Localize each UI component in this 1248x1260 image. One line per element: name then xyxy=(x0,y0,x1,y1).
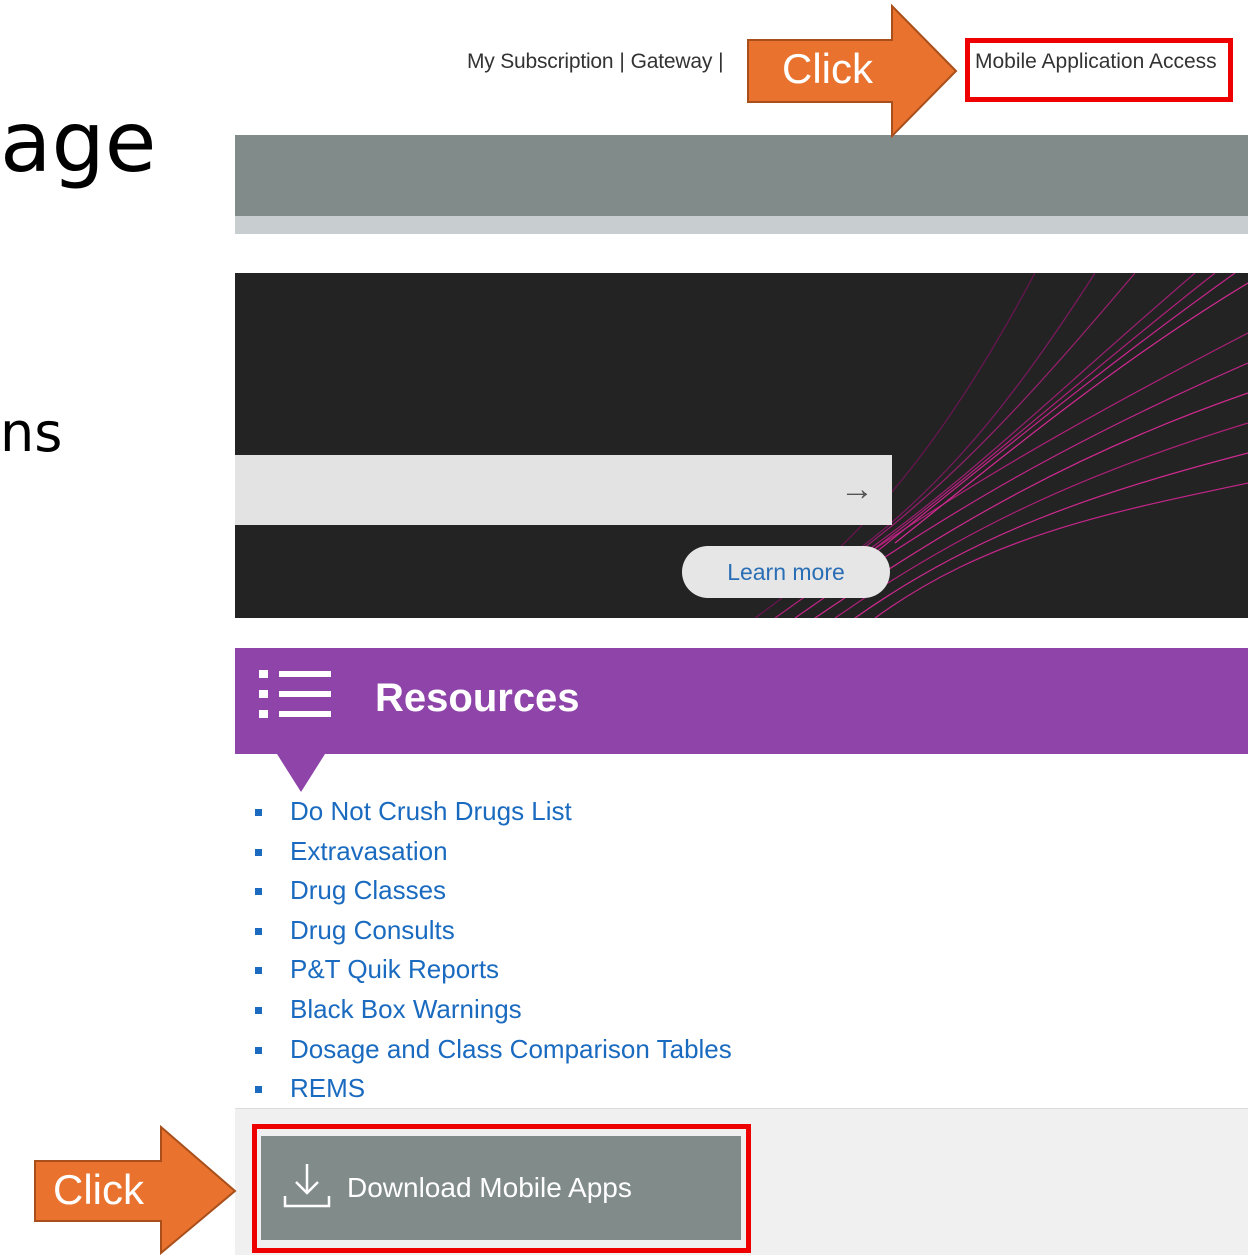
learn-more-button[interactable]: Learn more xyxy=(682,546,890,598)
resource-link[interactable]: Black Box Warnings xyxy=(255,990,732,1030)
resources-header: Resources xyxy=(235,648,1248,754)
bullet xyxy=(255,888,262,896)
nav-separator: | xyxy=(718,50,724,73)
resources-title: Resources xyxy=(375,676,580,720)
resource-link[interactable]: Do Not Crush Drugs List xyxy=(255,792,732,832)
bullet xyxy=(255,1086,262,1094)
nav-separator: | xyxy=(619,50,625,73)
resource-link[interactable]: REMS xyxy=(255,1069,732,1109)
website-screenshot: My Subscription | Gateway | Mobile Applicat… xyxy=(235,0,1248,1255)
slide-text-fragment: ns xyxy=(0,401,63,464)
search-input[interactable]: → xyxy=(235,455,892,525)
resource-link[interactable]: Drug Classes xyxy=(255,871,732,911)
bullet xyxy=(255,927,262,935)
top-navigation: My Subscription | Gateway | xyxy=(467,50,729,74)
slide-title-fragment: age xyxy=(0,93,157,191)
resource-link[interactable]: Extravasation xyxy=(255,832,732,872)
resources-pointer xyxy=(277,754,325,792)
callout-label-bottom: Click xyxy=(53,1166,144,1213)
callout-arrow-bottom: Click xyxy=(33,1124,239,1256)
bullet xyxy=(255,848,262,856)
callout-label-top: Click xyxy=(782,45,873,92)
highlight-box-mobile-access xyxy=(965,38,1233,102)
bullet xyxy=(255,809,262,816)
resource-link[interactable]: P&T Quik Reports xyxy=(255,950,732,990)
nav-my-subscription[interactable]: My Subscription xyxy=(467,50,614,73)
resource-link[interactable]: Dosage and Class Comparison Tables xyxy=(255,1030,732,1070)
hero-banner: → Learn more xyxy=(235,273,1248,618)
header-bar-shadow xyxy=(235,216,1248,234)
bullet xyxy=(255,967,262,975)
arrow-right-icon[interactable]: → xyxy=(840,469,874,509)
header-bar xyxy=(235,135,1248,216)
resource-link[interactable]: Drug Consults xyxy=(255,911,732,951)
callout-arrow-top: Click xyxy=(746,3,960,139)
resources-list: Do Not Crush Drugs List Extravasation Dr… xyxy=(255,792,732,1109)
highlight-box-download xyxy=(252,1124,751,1253)
nav-gateway[interactable]: Gateway xyxy=(631,50,713,73)
bullet xyxy=(255,1006,262,1014)
list-icon xyxy=(259,670,331,718)
bullet xyxy=(255,1046,262,1054)
